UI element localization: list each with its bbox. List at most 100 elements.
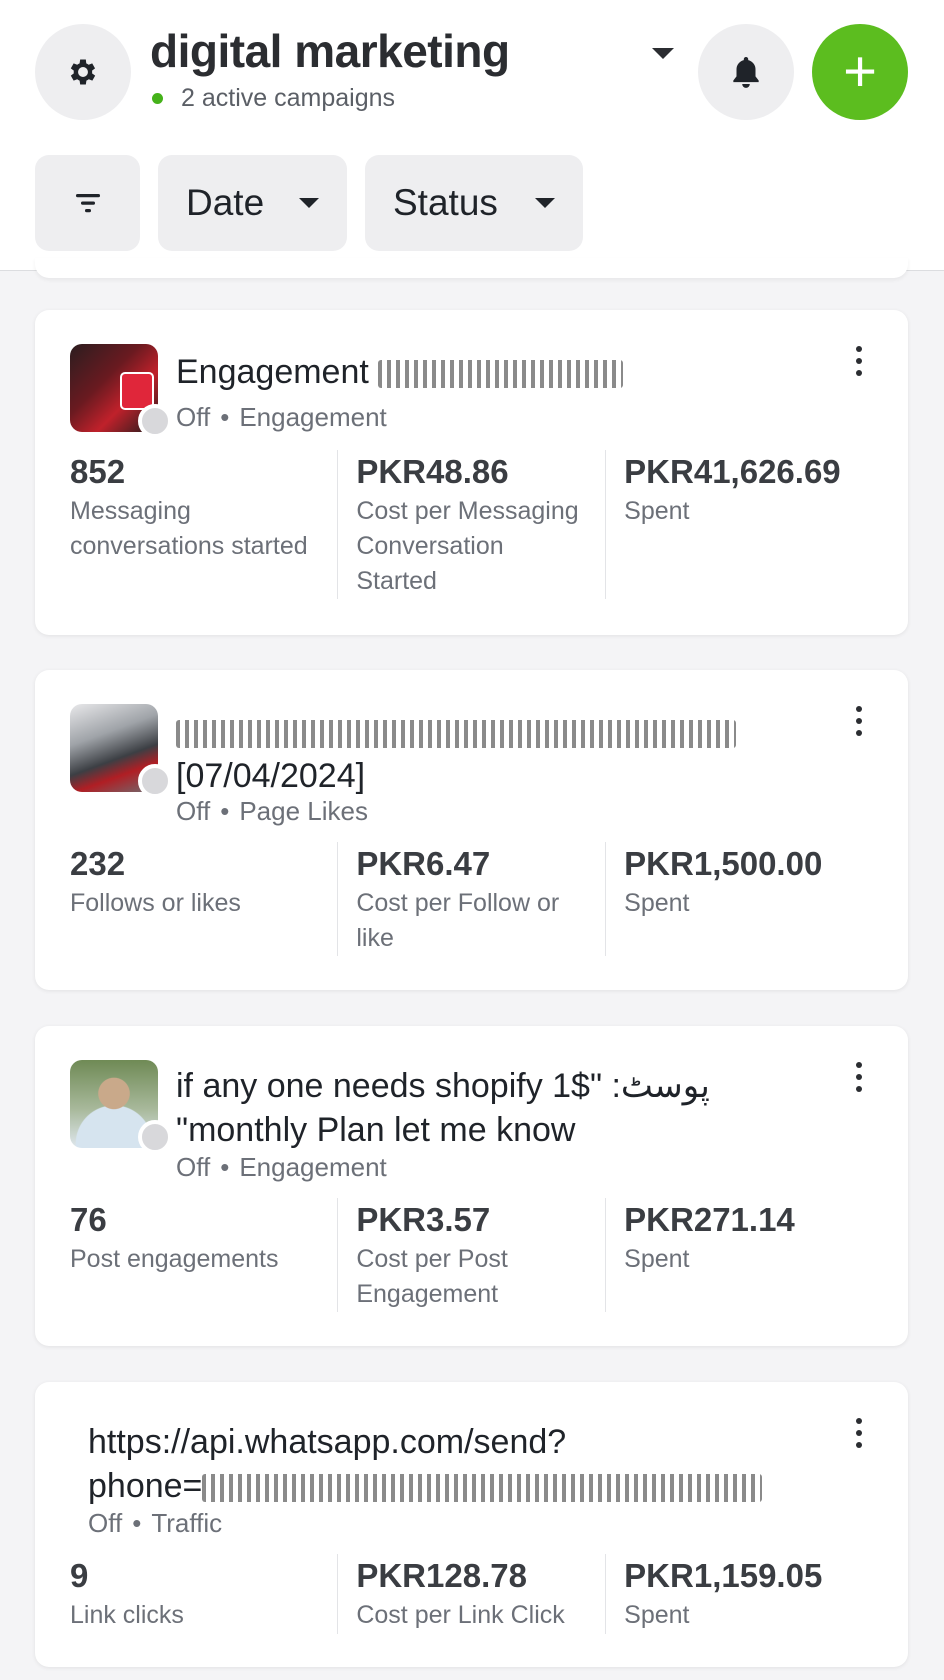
metric-value: PKR271.14 [624, 1201, 795, 1238]
campaign-name[interactable]: Engagement [176, 350, 624, 394]
campaign-name-date: [07/04/2024] [176, 757, 366, 795]
account-title[interactable]: digital marketing [150, 24, 510, 78]
campaign-metrics: 9 Link clicks PKR128.78 Cost per Link Cl… [70, 1554, 873, 1634]
more-vertical-icon [856, 346, 862, 352]
campaign-meta: Off • Page Likes [176, 796, 368, 826]
more-options-button[interactable] [856, 706, 862, 736]
metric-cost-per-result: PKR6.47 Cost per Follow or like [337, 842, 605, 956]
redacted-text [378, 360, 624, 389]
active-campaigns-text: 2 active campaigns [181, 84, 396, 112]
metric-value: PKR128.78 [356, 1557, 527, 1594]
campaign-card[interactable]: Engagement Off • Engagement 852 Messaging … [35, 310, 908, 635]
metric-value: PKR1,500.00 [624, 845, 823, 882]
metric-value: PKR3.57 [356, 1201, 491, 1238]
gear-icon [70, 59, 96, 85]
metric-cost-per-result: PKR128.78 Cost per Link Click [337, 1554, 605, 1634]
campaign-name[interactable]: https://api.whatsapp.com/send? phone= [88, 1420, 763, 1508]
chevron-down-icon[interactable] [652, 48, 674, 59]
campaign-name[interactable]: if any one needs shopify 1$" :پوسٹ "mont… [176, 1064, 710, 1152]
campaign-metrics: 232 Follows or likes PKR6.47 Cost per Fo… [70, 842, 873, 956]
date-filter-label: Date [186, 182, 265, 223]
more-vertical-icon [856, 1418, 862, 1424]
campaign-status-dot [138, 1120, 172, 1154]
metric-results: 232 Follows or likes [70, 842, 337, 954]
campaign-meta: Off • Engagement [176, 1152, 387, 1182]
campaign-delivery-status: Off [88, 1508, 123, 1538]
more-options-button[interactable] [856, 346, 862, 376]
metric-value: 76 [70, 1201, 107, 1238]
metric-label: Spent [624, 1601, 690, 1629]
status-filter-dropdown[interactable]: Status [365, 155, 583, 251]
metric-value: PKR48.86 [356, 453, 509, 490]
chevron-down-icon [299, 198, 319, 208]
campaign-name[interactable]: [07/04/2024] [176, 710, 736, 798]
campaign-metrics: 852 Messaging conversations started PKR4… [70, 450, 873, 599]
metric-results: 76 Post engagements [70, 1198, 337, 1310]
campaign-card-partial [35, 258, 908, 278]
campaign-meta: Off • Traffic [88, 1508, 223, 1538]
campaign-objective: Engagement [239, 1152, 387, 1182]
metric-value: 852 [70, 453, 126, 490]
metric-results: 9 Link clicks [70, 1554, 337, 1634]
more-vertical-icon [856, 1062, 862, 1068]
metric-results: 852 Messaging conversations started [70, 450, 337, 590]
filter-icon [75, 194, 100, 213]
metric-value: PKR1,159.05 [624, 1557, 823, 1594]
active-campaigns-status: 2 active campaigns [150, 84, 395, 113]
campaign-objective: Engagement [239, 402, 387, 432]
metric-label: Follows or likes [70, 889, 241, 917]
plus-icon: + [843, 39, 877, 104]
metric-spent: PKR271.14 Spent [605, 1198, 873, 1312]
more-options-button[interactable] [856, 1062, 862, 1092]
campaign-objective: Traffic [151, 1508, 223, 1538]
settings-button[interactable] [35, 24, 131, 120]
campaign-card[interactable]: https://api.whatsapp.com/send? phone= Of… [35, 1382, 908, 1667]
campaign-delivery-status: Off [176, 796, 211, 826]
metric-value: 9 [70, 1557, 89, 1594]
metric-label: Messaging conversations started [70, 497, 308, 560]
more-options-button[interactable] [856, 1418, 862, 1448]
create-campaign-button[interactable]: + [812, 24, 908, 120]
campaign-card[interactable]: [07/04/2024] Off • Page Likes 232 Follows … [35, 670, 908, 990]
redacted-text [176, 720, 736, 749]
metric-label: Cost per Messaging Conversation Started [356, 497, 579, 595]
metric-cost-per-result: PKR48.86 Cost per Messaging Conversation… [337, 450, 605, 599]
campaign-status-dot [138, 404, 172, 438]
campaign-status-dot [138, 764, 172, 798]
metric-value: PKR6.47 [356, 845, 491, 882]
campaign-thumbnail [70, 344, 172, 438]
redacted-text [202, 1474, 763, 1503]
metric-cost-per-result: PKR3.57 Cost per Post Engagement [337, 1198, 605, 1312]
campaign-delivery-status: Off [176, 1152, 211, 1182]
metric-label: Cost per Link Click [356, 1601, 565, 1629]
metric-label: Spent [624, 889, 690, 917]
bell-icon [733, 56, 759, 88]
active-status-dot [152, 93, 163, 104]
campaign-meta: Off • Engagement [176, 402, 387, 432]
chevron-down-icon [535, 198, 555, 208]
metric-label: Cost per Post Engagement [356, 1245, 508, 1308]
campaign-metrics: 76 Post engagements PKR3.57 Cost per Pos… [70, 1198, 873, 1312]
campaign-objective: Page Likes [239, 796, 368, 826]
date-filter-dropdown[interactable]: Date [158, 155, 347, 251]
campaign-thumbnail [70, 704, 172, 798]
campaign-card[interactable]: if any one needs shopify 1$" :پوسٹ "mont… [35, 1026, 908, 1346]
metric-value: PKR41,626.69 [624, 453, 841, 490]
status-filter-label: Status [393, 182, 498, 223]
campaign-thumbnail [70, 1060, 172, 1154]
metric-label: Cost per Follow or like [356, 889, 560, 952]
notifications-button[interactable] [698, 24, 794, 120]
metric-spent: PKR1,500.00 Spent [605, 842, 873, 956]
metric-label: Spent [624, 1245, 690, 1273]
metric-spent: PKR41,626.69 Spent [605, 450, 873, 599]
filter-bar: Date Status [35, 155, 583, 251]
metric-label: Post engagements [70, 1245, 279, 1273]
metric-label: Link clicks [70, 1601, 184, 1629]
filter-button[interactable] [35, 155, 140, 251]
campaign-delivery-status: Off [176, 402, 211, 432]
more-vertical-icon [856, 706, 862, 712]
header-bar: digital marketing 2 active campaigns + D… [0, 0, 944, 271]
metric-value: 232 [70, 845, 126, 882]
metric-label: Spent [624, 497, 690, 525]
metric-spent: PKR1,159.05 Spent [605, 1554, 873, 1634]
